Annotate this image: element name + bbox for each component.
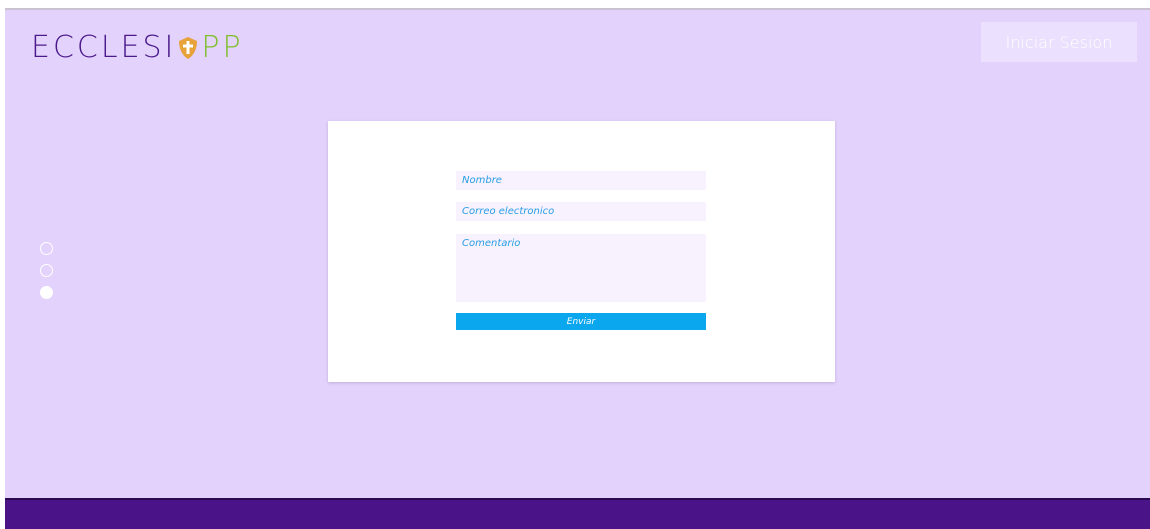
- footer-bar: [5, 498, 1150, 529]
- email-input[interactable]: [456, 202, 706, 221]
- slider-dot-3-active[interactable]: [40, 286, 53, 299]
- contact-card: Enviar: [328, 121, 835, 382]
- logo[interactable]: ECCLESI PP: [31, 33, 244, 63]
- comment-textarea[interactable]: [456, 234, 706, 302]
- slider-dots: [40, 242, 53, 299]
- page: ECCLESI PP Iniciar Sesion Enviar: [5, 8, 1150, 529]
- login-button[interactable]: Iniciar Sesion: [981, 22, 1137, 62]
- slider-dot-1[interactable]: [40, 242, 53, 255]
- logo-text-tail: PP: [201, 30, 244, 65]
- send-button[interactable]: Enviar: [456, 313, 706, 330]
- name-input[interactable]: [456, 171, 706, 190]
- logo-text-main: ECCLESI: [31, 30, 177, 65]
- slider-dot-2[interactable]: [40, 264, 53, 277]
- cross-shield-icon: [177, 36, 199, 60]
